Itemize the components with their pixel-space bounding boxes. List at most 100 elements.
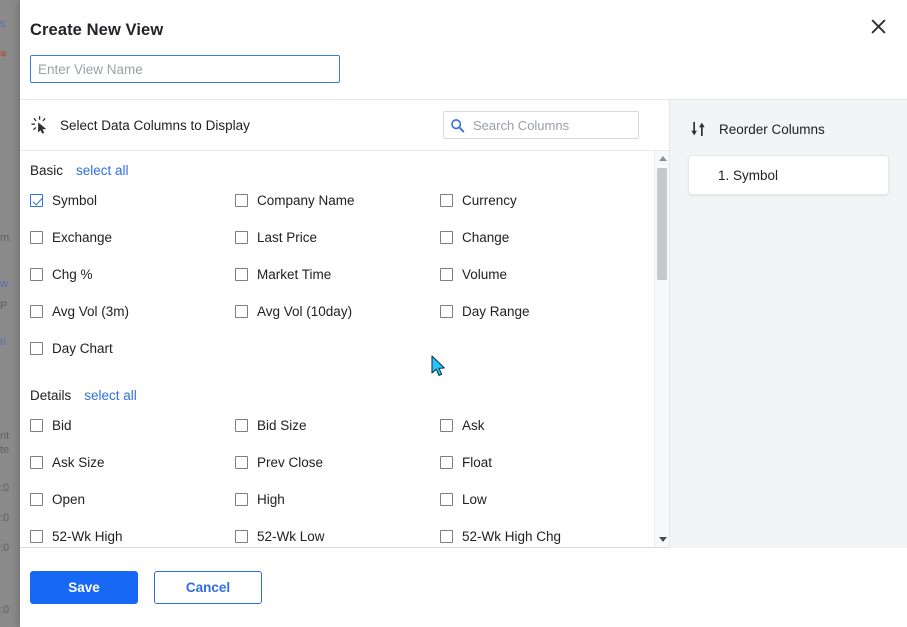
column-checkbox-item[interactable]: Symbol	[30, 182, 235, 219]
scrollbar-thumb[interactable]	[657, 168, 667, 280]
search-columns-input[interactable]	[471, 116, 632, 134]
column-checkbox-item[interactable]: 52-Wk Low	[235, 518, 440, 547]
column-checkbox[interactable]	[235, 456, 248, 469]
column-checkbox-label: 52-Wk High	[52, 529, 123, 544]
column-checkbox-label: Bid	[52, 418, 72, 433]
column-checkbox-item[interactable]: Last Price	[235, 219, 440, 256]
column-checkbox-label: Company Name	[257, 193, 355, 208]
column-checkbox[interactable]	[440, 530, 453, 543]
reorder-header: Reorder Columns	[690, 120, 889, 138]
dialog-title: Create New View	[30, 21, 164, 39]
column-checkbox[interactable]	[235, 493, 248, 506]
column-checkbox[interactable]	[30, 456, 43, 469]
column-checkbox[interactable]	[30, 194, 43, 207]
scroll-down-arrow-icon[interactable]	[655, 532, 669, 547]
close-icon[interactable]	[865, 13, 891, 39]
column-checkbox-grid: Symbol Company Name Currency Exchange Last P…	[30, 182, 654, 367]
scroll-up-arrow-icon[interactable]	[655, 151, 669, 166]
column-checkbox[interactable]	[440, 194, 453, 207]
column-checkbox-label: Ask	[462, 418, 485, 433]
column-checkbox-label: Change	[462, 230, 510, 245]
search-columns-box[interactable]	[443, 111, 639, 139]
column-checkbox[interactable]	[235, 194, 248, 207]
columns-list-scrollbar[interactable]	[654, 151, 669, 547]
column-checkbox-item[interactable]: 52-Wk High	[30, 518, 235, 547]
column-checkbox[interactable]	[235, 530, 248, 543]
column-checkbox-label: Day Range	[462, 304, 530, 319]
background-text-fragment: te	[0, 444, 10, 456]
column-checkbox-label: Float	[462, 455, 493, 470]
column-checkbox[interactable]	[30, 305, 43, 318]
column-checkbox-item[interactable]: Exchange	[30, 219, 235, 256]
column-checkbox-item[interactable]: Ask Size	[30, 444, 235, 481]
save-button[interactable]: Save	[30, 571, 138, 604]
column-checkbox[interactable]	[30, 268, 43, 281]
column-checkbox-label: 52-Wk High Chg	[462, 529, 562, 544]
column-checkbox[interactable]	[235, 305, 248, 318]
column-checkbox-label: Last Price	[257, 230, 318, 245]
column-checkbox-label: Chg %	[52, 267, 93, 282]
column-group-header: Details select all	[30, 388, 654, 403]
column-checkbox-item[interactable]: High	[235, 481, 440, 518]
background-text-fragment: :0	[0, 512, 10, 524]
column-checkbox-item[interactable]: Bid	[30, 407, 235, 444]
view-name-input[interactable]	[30, 55, 340, 83]
sort-up-down-icon	[690, 120, 708, 138]
cancel-button[interactable]: Cancel	[154, 571, 262, 604]
reorder-list: 1. Symbol	[688, 155, 889, 195]
column-checkbox-label: Open	[52, 492, 86, 507]
column-checkbox-item[interactable]: Open	[30, 481, 235, 518]
select-all-link[interactable]: select all	[76, 163, 129, 178]
column-checkbox[interactable]	[440, 305, 453, 318]
column-checkbox-item[interactable]: Ask	[440, 407, 645, 444]
column-checkbox-item[interactable]: Change	[440, 219, 645, 256]
column-checkbox-label: Day Chart	[52, 341, 113, 356]
reorder-heading: Reorder Columns	[719, 121, 825, 137]
column-checkbox-item[interactable]: Day Range	[440, 293, 645, 330]
column-checkbox[interactable]	[30, 493, 43, 506]
background-text-fragment: w	[0, 278, 8, 290]
column-checkbox-item[interactable]: Prev Close	[235, 444, 440, 481]
column-checkbox[interactable]	[30, 342, 43, 355]
column-group-name: Basic	[30, 163, 64, 178]
column-checkbox[interactable]	[30, 231, 43, 244]
background-text-fragment: :0	[0, 482, 10, 494]
column-checkbox[interactable]	[440, 456, 453, 469]
column-checkbox-item[interactable]: Chg %	[30, 256, 235, 293]
column-checkbox-label: Bid Size	[257, 418, 307, 433]
column-checkbox[interactable]	[235, 419, 248, 432]
column-checkbox[interactable]	[440, 493, 453, 506]
columns-selection-panel: Select Data Columns to Display Basic sele…	[20, 100, 670, 548]
column-checkbox-item[interactable]: Day Chart	[30, 330, 235, 367]
create-new-view-dialog: Create New View Enter View Name Select D…	[20, 0, 907, 627]
column-checkbox-item[interactable]: Avg Vol (10day)	[235, 293, 440, 330]
column-checkbox-item[interactable]: Company Name	[235, 182, 440, 219]
select-sparkle-icon	[30, 115, 50, 135]
column-checkbox[interactable]	[440, 231, 453, 244]
column-checkbox-item[interactable]: 52-Wk High Chg	[440, 518, 645, 547]
column-checkbox-item[interactable]: Avg Vol (3m)	[30, 293, 235, 330]
column-checkbox-label: Currency	[462, 193, 517, 208]
column-checkbox-item[interactable]: Low	[440, 481, 645, 518]
column-checkbox-label: Exchange	[52, 230, 113, 245]
column-checkbox[interactable]	[440, 419, 453, 432]
column-checkbox[interactable]	[30, 419, 43, 432]
column-checkbox-item[interactable]: Volume	[440, 256, 645, 293]
column-checkbox[interactable]	[30, 530, 43, 543]
background-text-fragment: P	[0, 300, 8, 312]
dialog-header: Create New View	[20, 0, 907, 100]
column-checkbox[interactable]	[235, 231, 248, 244]
column-checkbox-item[interactable]: Bid Size	[235, 407, 440, 444]
column-checkbox-label: Volume	[462, 267, 508, 282]
column-checkbox-item[interactable]: Currency	[440, 182, 645, 219]
background-text-fragment: s	[0, 18, 6, 30]
reorder-list-item[interactable]: 1. Symbol	[688, 155, 889, 195]
column-checkbox[interactable]	[235, 268, 248, 281]
column-group-name: Details	[30, 388, 72, 403]
column-checkbox-item[interactable]: Market Time	[235, 256, 440, 293]
column-checkbox[interactable]	[440, 268, 453, 281]
column-checkbox-label: Avg Vol (3m)	[52, 304, 130, 319]
columns-groups-container: Basic select all Symbol Company Name Currenc…	[20, 151, 654, 547]
select-all-link[interactable]: select all	[84, 388, 137, 403]
column-checkbox-item[interactable]: Float	[440, 444, 645, 481]
